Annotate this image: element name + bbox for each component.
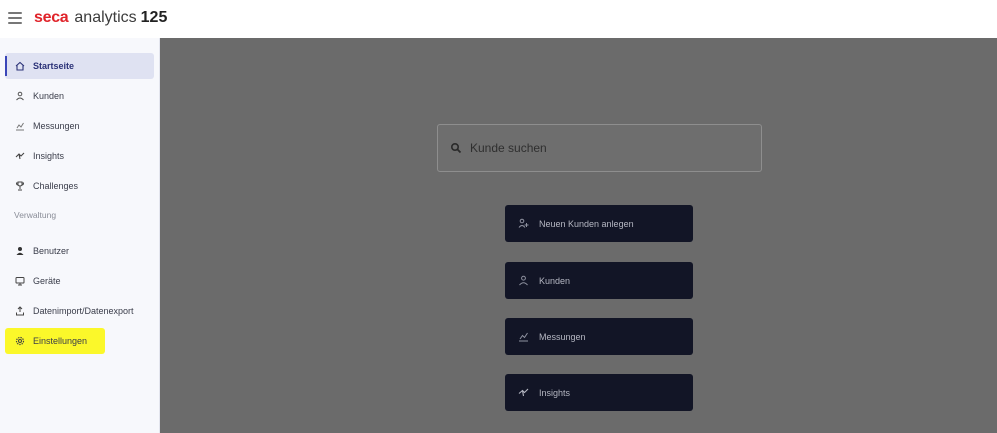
product-name: analytics xyxy=(74,9,137,26)
sidebar-item-label: Insights xyxy=(33,151,65,161)
insights-button[interactable]: Insights xyxy=(505,374,693,411)
sidebar-item-benutzer[interactable]: Benutzer xyxy=(5,238,154,264)
home-icon xyxy=(14,60,26,72)
trophy-icon xyxy=(14,180,26,192)
devices-icon xyxy=(14,275,26,287)
menu-icon[interactable] xyxy=(8,12,22,24)
insights-icon xyxy=(518,387,530,399)
sidebar-item-label: Geräte xyxy=(33,276,61,286)
measurements-button[interactable]: Messungen xyxy=(505,318,693,355)
customer-search[interactable] xyxy=(437,124,762,172)
sidebar-item-einstellungen[interactable]: Einstellungen xyxy=(5,328,105,354)
sidebar-item-geraete[interactable]: Geräte xyxy=(5,268,154,294)
customers-button[interactable]: Kunden xyxy=(505,262,693,299)
sidebar-item-insights[interactable]: Insights xyxy=(5,143,154,169)
sidebar-item-kunden[interactable]: Kunden xyxy=(5,83,154,109)
sidebar-item-startseite[interactable]: Startseite xyxy=(5,53,154,79)
app-title: seca analytics 125 xyxy=(34,8,167,28)
settings-icon xyxy=(14,335,26,347)
user-icon xyxy=(14,245,26,257)
sidebar-item-label: Challenges xyxy=(33,181,79,191)
sidebar-item-label: Kunden xyxy=(33,91,65,101)
sidebar-item-label: Einstellungen xyxy=(33,336,88,346)
sidebar-item-datenimport[interactable]: Datenimport/Datenexport xyxy=(5,298,154,324)
button-label: Insights xyxy=(539,387,571,398)
customers-icon xyxy=(518,275,530,287)
button-label: Neuen Kunden anlegen xyxy=(539,218,634,229)
insights-icon xyxy=(14,150,26,162)
product-version: 125 xyxy=(140,9,168,26)
sidebar-item-challenges[interactable]: Challenges xyxy=(5,173,154,199)
main-content-overlay: Neuen Kunden anlegen Kunden Messungen In… xyxy=(160,38,997,433)
top-bar: seca analytics 125 xyxy=(0,0,997,38)
brand-logo: seca xyxy=(34,9,69,26)
sidebar-item-label: Benutzer xyxy=(33,246,70,256)
sidebar-item-label: Messungen xyxy=(33,121,80,131)
sidebar-section-label: Verwaltung xyxy=(14,210,57,220)
measurements-icon xyxy=(14,120,26,132)
import-export-icon xyxy=(14,305,26,317)
sidebar-item-messungen[interactable]: Messungen xyxy=(5,113,154,139)
button-label: Messungen xyxy=(539,331,586,342)
customers-icon xyxy=(14,90,26,102)
measurements-icon xyxy=(518,331,530,343)
sidebar-item-label: Startseite xyxy=(33,61,75,71)
add-customer-icon xyxy=(518,218,530,230)
button-label: Kunden xyxy=(539,275,571,286)
search-icon xyxy=(450,142,462,154)
new-customer-button[interactable]: Neuen Kunden anlegen xyxy=(505,205,693,242)
sidebar: Startseite Kunden Messungen Insights Cha… xyxy=(0,38,160,433)
sidebar-item-label: Datenimport/Datenexport xyxy=(33,306,134,316)
search-input[interactable] xyxy=(470,141,730,155)
